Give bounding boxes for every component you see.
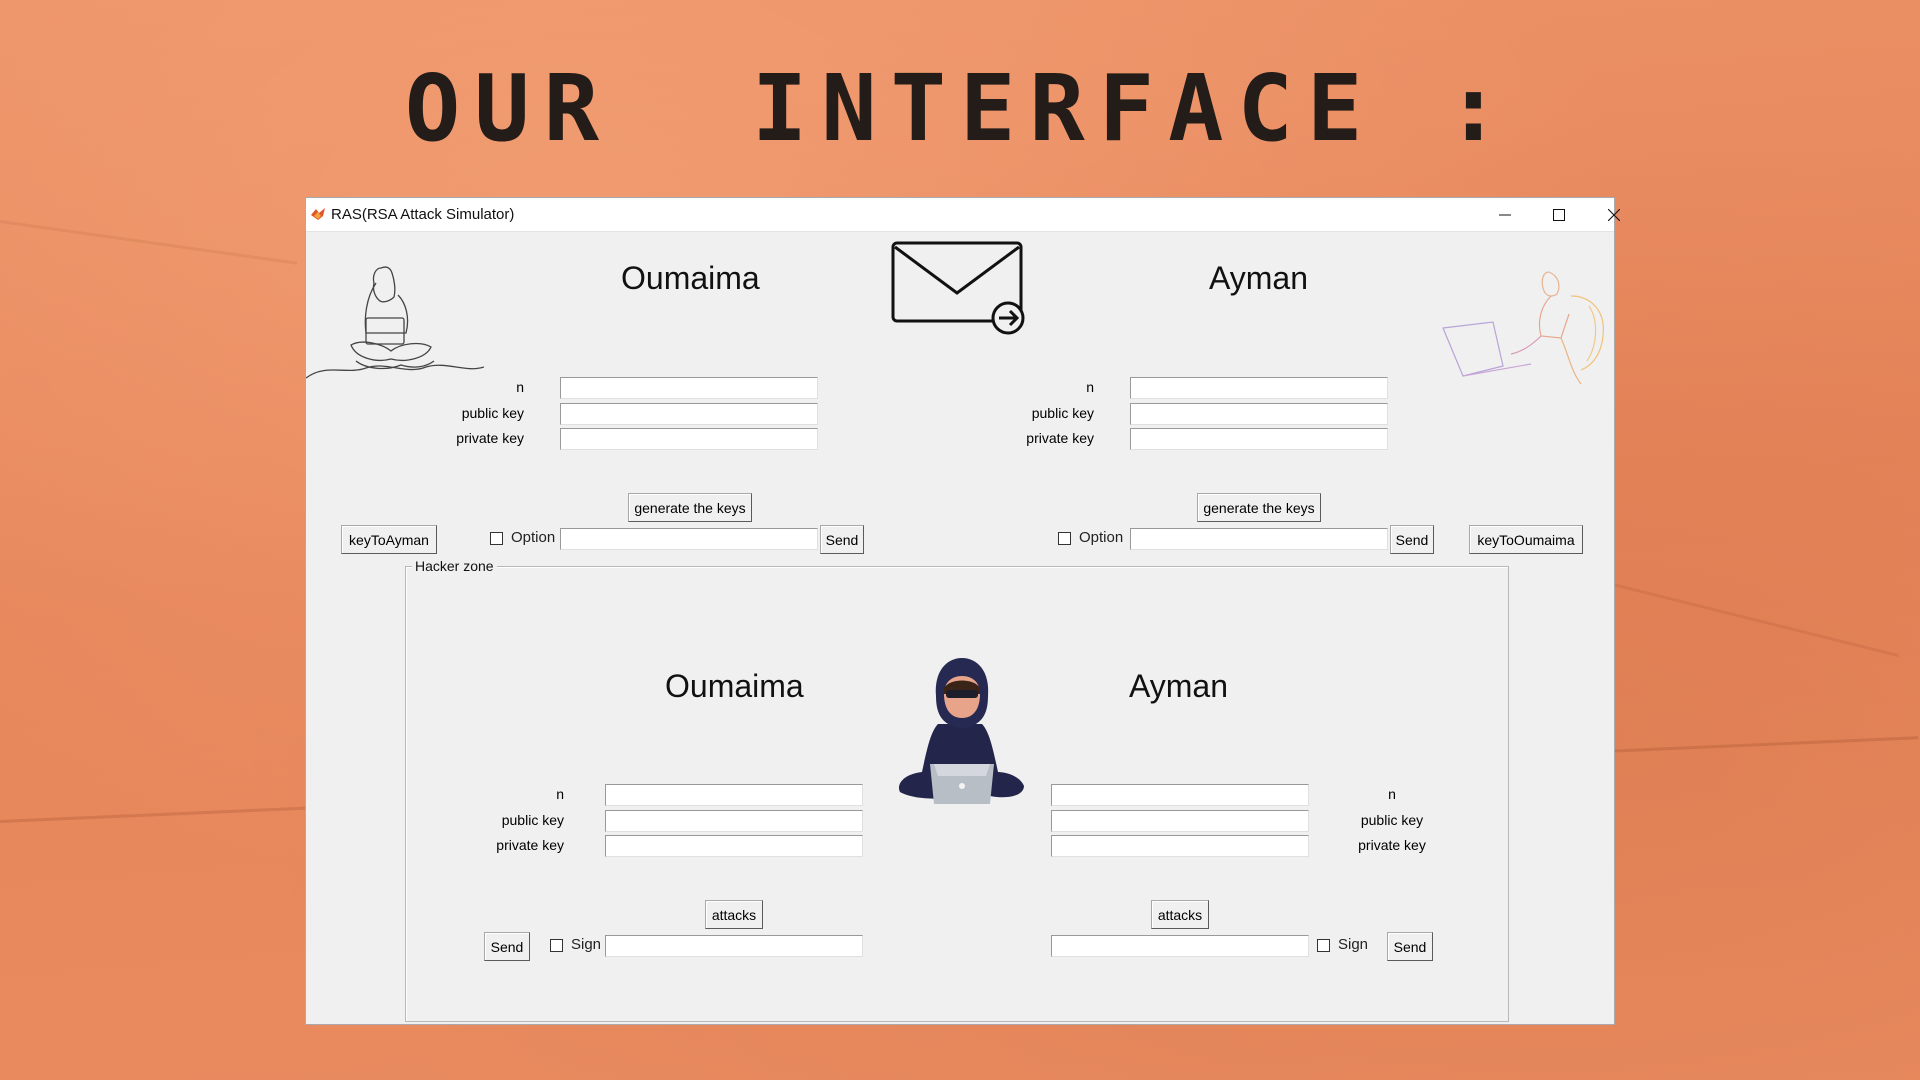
title-bar: RAS(RSA Attack Simulator)	[306, 198, 1620, 232]
hacker-message-field-oumaima[interactable]	[605, 935, 863, 957]
maximize-button[interactable]	[1532, 198, 1586, 231]
woman-laptop-sketch	[306, 266, 484, 379]
public-key-field-oumaima[interactable]	[560, 403, 818, 425]
n-field-oumaima[interactable]	[560, 377, 818, 399]
public-key-field-ayman[interactable]	[1130, 403, 1388, 425]
n-label: n	[556, 786, 564, 802]
hacker-send-button-oumaima[interactable]: Send	[484, 932, 530, 961]
sender-name-left: Oumaima	[621, 260, 760, 296]
public-key-label: public key	[501, 812, 564, 828]
hacker-name-right: Ayman	[1129, 668, 1229, 704]
hacker-public-key-field-oumaima[interactable]	[605, 810, 863, 832]
hacker-public-key-field-ayman[interactable]	[1051, 810, 1309, 832]
window-title: RAS(RSA Attack Simulator)	[331, 206, 515, 223]
key-to-ayman-button[interactable]: keyToAyman	[341, 525, 437, 554]
man-laptop-sketch	[1442, 271, 1604, 385]
n-label: n	[1388, 786, 1396, 802]
public-key-label: public key	[1360, 812, 1424, 828]
option-checkbox-ayman[interactable]	[1058, 532, 1071, 545]
minimize-button[interactable]	[1478, 198, 1532, 231]
sign-label-ayman: Sign	[1338, 936, 1369, 953]
send-button-oumaima[interactable]: Send	[820, 525, 864, 554]
private-key-label: private key	[456, 430, 524, 446]
public-key-label: public key	[461, 405, 524, 421]
sign-checkbox-ayman[interactable]	[1317, 939, 1330, 952]
option-label-oumaima: Option	[511, 529, 556, 546]
hacker-send-button-ayman[interactable]: Send	[1387, 932, 1433, 961]
hacker-private-key-field-oumaima[interactable]	[605, 835, 863, 857]
sign-label-oumaima: Sign	[571, 936, 602, 953]
private-key-field-ayman[interactable]	[1130, 428, 1388, 450]
close-icon	[1608, 208, 1620, 221]
hacker-name-left: Oumaima	[665, 668, 804, 704]
maximize-icon	[1553, 208, 1565, 221]
option-label-ayman: Option	[1079, 529, 1124, 546]
sender-name-right: Ayman	[1209, 260, 1309, 296]
close-button[interactable]	[1587, 198, 1641, 231]
private-key-label: private key	[1026, 430, 1094, 446]
envelope-send-icon	[891, 241, 1025, 335]
option-checkbox-oumaima[interactable]	[490, 532, 503, 545]
n-label: n	[1086, 379, 1094, 395]
hacker-private-key-field-ayman[interactable]	[1051, 835, 1309, 857]
private-key-field-oumaima[interactable]	[560, 428, 818, 450]
private-key-label: private key	[496, 837, 564, 853]
message-field-oumaima[interactable]	[560, 528, 818, 550]
generate-keys-button-oumaima[interactable]: generate the keys	[628, 493, 752, 522]
hacker-message-field-ayman[interactable]	[1051, 935, 1309, 957]
hacker-n-field-ayman[interactable]	[1051, 784, 1309, 806]
attacks-button-ayman[interactable]: attacks	[1151, 900, 1209, 929]
key-to-oumaima-button[interactable]: keyToOumaima	[1469, 525, 1583, 554]
attacks-button-oumaima[interactable]: attacks	[705, 900, 763, 929]
minimize-icon	[1499, 214, 1511, 215]
message-field-ayman[interactable]	[1130, 528, 1388, 550]
slide-title: OUR INTERFACE :	[404, 55, 1516, 162]
sign-checkbox-oumaima[interactable]	[550, 939, 563, 952]
public-key-label: public key	[1031, 405, 1094, 421]
private-key-label: private key	[1358, 837, 1426, 853]
hacker-laptop-icon	[898, 658, 1024, 804]
generate-keys-button-ayman[interactable]: generate the keys	[1197, 493, 1321, 522]
n-label: n	[516, 379, 524, 395]
hacker-n-field-oumaima[interactable]	[605, 784, 863, 806]
n-field-ayman[interactable]	[1130, 377, 1388, 399]
send-button-ayman[interactable]: Send	[1390, 525, 1434, 554]
app-icon	[311, 208, 325, 220]
hacker-zone-label: Hacker zone	[412, 558, 497, 574]
app-window: RAS(RSA Attack Simulator) Oumaima Ayman	[305, 197, 1620, 1025]
